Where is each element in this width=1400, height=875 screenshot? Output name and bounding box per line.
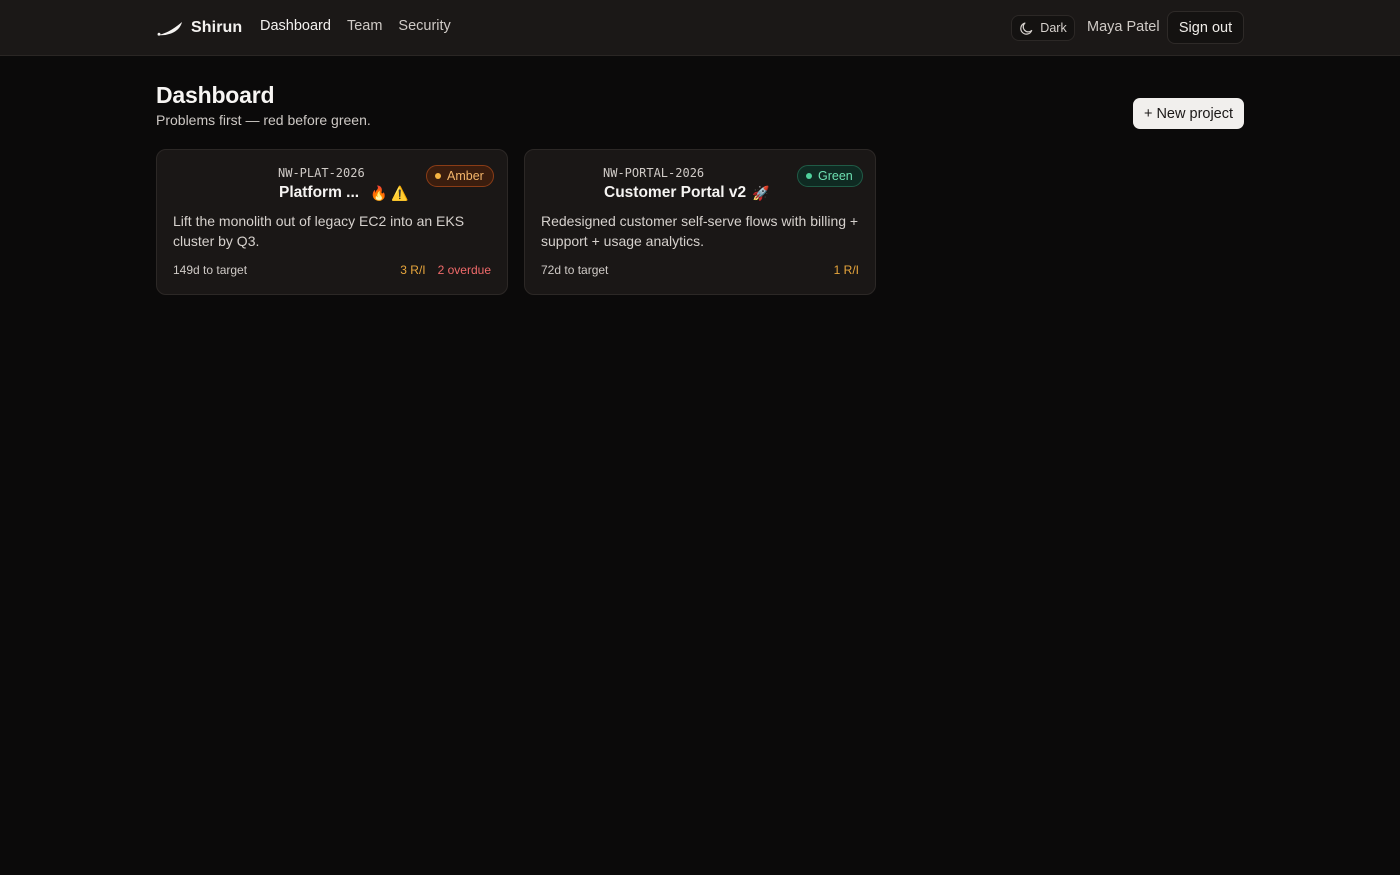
page-title: Dashboard bbox=[156, 82, 275, 108]
brand-name: Shirun bbox=[191, 19, 243, 36]
project-stats: 3 R/I 2 overdue bbox=[400, 263, 491, 277]
ri-count: 3 R/I bbox=[400, 263, 426, 277]
project-emoji: 🔥 ⚠️ bbox=[370, 184, 409, 201]
status-badge: Amber bbox=[426, 165, 494, 187]
nav-item-team[interactable]: Team bbox=[347, 18, 382, 34]
project-description: Lift the monolith out of legacy EC2 into… bbox=[173, 213, 465, 249]
brand[interactable]: Shirun bbox=[156, 17, 242, 39]
project-code: NW-PORTAL-2026 bbox=[603, 166, 705, 180]
page-subtitle: Problems first — red before green. bbox=[156, 112, 371, 128]
status-label: Green bbox=[818, 169, 853, 183]
status-dot-icon bbox=[806, 173, 812, 179]
nav-item-security[interactable]: Security bbox=[398, 18, 450, 34]
main-nav: Dashboard Team Security bbox=[260, 18, 451, 34]
project-title-row: Customer Portal v2 🚀 bbox=[604, 184, 770, 202]
nav-item-dashboard[interactable]: Dashboard bbox=[260, 18, 331, 34]
theme-toggle-button[interactable]: Dark bbox=[1011, 15, 1075, 41]
project-title: Customer Portal v2 bbox=[604, 184, 747, 201]
theme-toggle-label: Dark bbox=[1040, 21, 1067, 35]
sign-out-button[interactable]: Sign out bbox=[1167, 11, 1244, 44]
top-navbar: Shirun Dashboard Team Security Dark Maya… bbox=[0, 0, 1400, 56]
project-stats: 1 R/I bbox=[834, 263, 859, 277]
project-card[interactable]: NW-PORTAL-2026 Customer Portal v2 🚀 Gree… bbox=[524, 149, 876, 295]
project-title: Platform ... bbox=[279, 184, 360, 201]
project-card[interactable]: NW-PLAT-2026 Platform ... 🔥 ⚠️ Amber Lif… bbox=[156, 149, 508, 295]
ri-count: 1 R/I bbox=[833, 263, 859, 277]
project-description: Redesigned customer self-serve flows wit… bbox=[541, 213, 859, 249]
brand-logo-icon bbox=[157, 22, 182, 36]
moon-icon bbox=[1020, 21, 1033, 35]
user-name: Maya Patel bbox=[1087, 19, 1160, 35]
days-to-target: 149d to target bbox=[173, 263, 248, 277]
project-emoji: 🚀 bbox=[752, 184, 770, 201]
overdue-count: 2 overdue bbox=[437, 263, 491, 277]
status-dot-icon bbox=[435, 173, 441, 179]
status-label: Amber bbox=[447, 169, 484, 183]
project-code: NW-PLAT-2026 bbox=[278, 166, 365, 180]
days-to-target: 72d to target bbox=[541, 263, 609, 277]
new-project-button[interactable]: + New project bbox=[1133, 98, 1244, 129]
project-title-row: Platform ... 🔥 ⚠️ bbox=[279, 184, 409, 202]
status-badge: Green bbox=[797, 165, 863, 187]
